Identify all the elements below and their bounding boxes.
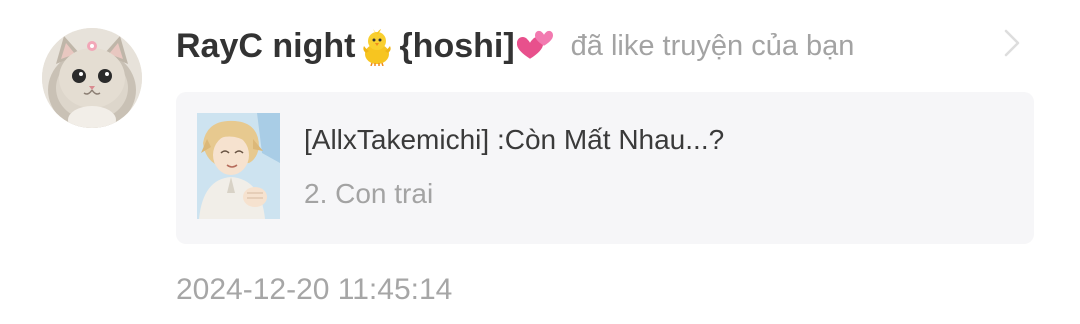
- notification-action-text: đã like truyện của bạn: [570, 29, 855, 62]
- notification-timestamp: 2024-12-20 11:45:14: [176, 273, 453, 306]
- chevron-right-icon[interactable]: [1000, 28, 1024, 58]
- cat-avatar-icon: [42, 28, 142, 128]
- user-name-part1: RayC night: [176, 26, 356, 65]
- user-avatar[interactable]: [42, 28, 142, 128]
- chapter-title: 2. Con trai: [304, 178, 434, 209]
- baby-chick-icon: [357, 26, 397, 66]
- notification-header: RayC night {hoshi] đã like truyện của bạ…: [176, 20, 854, 72]
- story-card[interactable]: [AllxTakemichi] :Còn Mất Nhau...? 2. Con…: [176, 92, 1034, 244]
- like-notification[interactable]: RayC night {hoshi] đã like truyện của bạ…: [0, 0, 1080, 324]
- user-name[interactable]: RayC night {hoshi]: [176, 26, 559, 66]
- story-title[interactable]: [AllxTakemichi] :Còn Mất Nhau...?: [304, 124, 724, 156]
- two-hearts-icon: [516, 26, 557, 66]
- story-cover-image: [197, 113, 280, 219]
- user-name-part2: {hoshi]: [399, 26, 515, 65]
